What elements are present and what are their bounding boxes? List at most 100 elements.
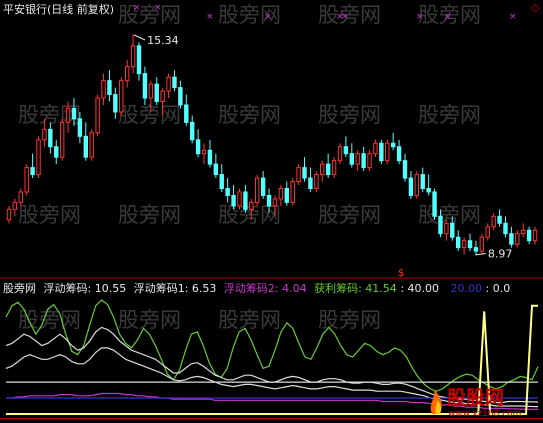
legend-label-float: 浮动筹码 (44, 281, 88, 295)
candle-body (461, 240, 467, 249)
candle-body (320, 163, 325, 176)
candle-body (396, 146, 402, 162)
candle-body (83, 135, 89, 158)
candle-body (59, 121, 65, 158)
signal-cross-marker: × (444, 12, 452, 22)
watermark-text: 股旁网 (218, 3, 281, 27)
dollar-marker: $ (398, 268, 404, 279)
candle-body (178, 87, 183, 106)
candle-body (243, 191, 248, 210)
candle-body (136, 45, 142, 75)
candle-body (95, 97, 100, 134)
candle-body (266, 194, 272, 207)
candle-body (455, 236, 461, 249)
candle-body (24, 167, 29, 193)
candle-body (526, 229, 532, 242)
candle-body (325, 163, 331, 176)
candle-body (485, 226, 490, 238)
candle-body (6, 208, 12, 221)
watermark-text: 股旁网 (118, 308, 181, 332)
candle-body (302, 167, 307, 179)
candle-body (201, 149, 207, 155)
signal-cross-marker: × (416, 12, 424, 22)
signal-cross-marker: × (509, 12, 517, 22)
watermark-text: 股旁网 (118, 3, 181, 27)
candle-body (225, 187, 230, 196)
logo-url: www.xz168.com (448, 409, 521, 419)
candle-body (65, 107, 71, 123)
indicator-name: 股旁网 (3, 281, 36, 295)
signal-cross-marker: × (341, 12, 349, 22)
candle-body (124, 66, 130, 82)
watermark-text: 股旁网 (318, 103, 381, 127)
candle-body (355, 153, 360, 165)
watermark-text: 股旁网 (118, 103, 181, 127)
candle-body (154, 83, 159, 103)
candle-body (237, 191, 242, 207)
candle-body (30, 167, 35, 176)
candle-body (521, 229, 526, 235)
signal-cross-marker: × (133, 3, 141, 13)
legend-value-float2: 4.04 (282, 282, 307, 295)
candle-body (414, 174, 420, 196)
candle-body (272, 198, 278, 207)
logo-text: 股股网 (447, 387, 504, 409)
candle-body (497, 215, 502, 224)
candle-body (361, 153, 366, 169)
indicator-legend: 股旁网 浮动筹码: 10.55 浮动筹码1: 6.53 浮动筹码2: 4.04 … (3, 281, 510, 295)
legend-value-float1: 6.53 (192, 282, 217, 295)
signal-cross-marker: × (206, 12, 214, 22)
candle-body (379, 142, 384, 162)
main-title: 平安银行(日线 前复权) (3, 2, 114, 16)
candle-body (532, 229, 538, 242)
candle-body (349, 153, 355, 165)
legend-value-float: 10.55 (95, 282, 127, 295)
candle-body (503, 222, 508, 235)
legend-label-float1: 浮动筹码1 (134, 281, 185, 295)
legend-value-20: 20.00 (451, 282, 483, 295)
candle-body (390, 142, 396, 148)
candle-body (54, 146, 59, 158)
candle-body (207, 149, 213, 165)
chart-canvas: 股旁网 股旁网 股旁网 股旁网股旁网 股旁网 股旁网 股旁网 股旁网股旁网 股旁网 股旁网 股旁网股… (0, 1, 543, 419)
candle-body (107, 80, 112, 96)
candle-body (467, 240, 473, 249)
candle-body (195, 139, 201, 155)
watermark-text: 股旁网 (118, 203, 181, 227)
candle-body (402, 160, 408, 179)
candle-body (36, 139, 41, 176)
candle-body (142, 73, 148, 99)
candle-body (491, 215, 496, 228)
candle-body (331, 160, 337, 176)
candle-body (373, 142, 378, 155)
candle-body (172, 76, 177, 89)
candle-body (509, 233, 514, 245)
watermark-text: 股旁网 (18, 203, 81, 227)
candle-body (367, 153, 372, 169)
diamond-icon[interactable]: ◇ (531, 1, 540, 14)
candle-body (130, 45, 136, 68)
candle-body (184, 104, 189, 123)
candle-body (89, 132, 94, 158)
candle-body (479, 236, 485, 252)
candle-body (166, 76, 171, 92)
candle-body (160, 90, 165, 103)
legend-label-float2: 浮动筹码2 (224, 281, 275, 295)
legend-label-profit: 获利筹码 (314, 281, 358, 295)
legend-value-40: 40.00 (408, 282, 440, 295)
candle-body (249, 201, 254, 210)
candle-body (438, 215, 443, 235)
candle-body (71, 107, 77, 120)
low-price-label: 8.97 (488, 248, 513, 261)
candle-body (296, 167, 301, 183)
watermark-text: 股旁网 (218, 308, 281, 332)
watermark-text: 股旁网 (18, 308, 81, 332)
candle-body (284, 187, 289, 203)
candle-body (385, 142, 390, 162)
signal-cross-marker: × (264, 12, 272, 22)
watermark-text: 股旁网 (418, 203, 481, 227)
candle-body (408, 177, 414, 196)
candle-body (42, 128, 47, 141)
candle-body (290, 181, 295, 203)
candle-body (77, 118, 83, 137)
